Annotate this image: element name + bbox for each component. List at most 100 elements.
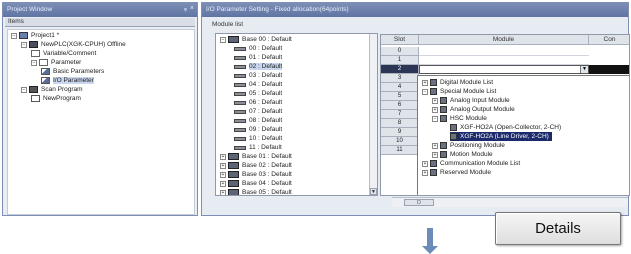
slot-item[interactable]: 08 : Default xyxy=(234,116,282,125)
module-list-item[interactable]: XGF-HO2A (Line Driver, 2-CH) xyxy=(450,132,552,141)
project-tree-item[interactable]: I/O Parameter xyxy=(41,76,94,85)
slot-number-cell[interactable]: 4 xyxy=(381,83,419,92)
module-list-item[interactable]: XGF-HO2A (Open-Collector, 2-CH) xyxy=(450,123,561,132)
base-item[interactable]: − Base 00 : Default xyxy=(220,35,292,44)
slot-icon xyxy=(234,73,246,78)
slot-item[interactable]: 03 : Default xyxy=(234,71,282,80)
slot-icon xyxy=(234,127,246,132)
collapse-icon[interactable]: − xyxy=(21,86,27,93)
slot-number-cell[interactable]: 8 xyxy=(381,119,419,128)
slot-item[interactable]: 10 : Default xyxy=(234,134,282,143)
project-tree-item[interactable]: NewProgram xyxy=(31,94,81,103)
slot-number-cell[interactable]: 7 xyxy=(381,110,419,119)
project-tree-item[interactable]: Basic Parameters xyxy=(41,67,104,76)
scan-icon xyxy=(29,86,38,93)
module-list-item[interactable]: + Communication Module List xyxy=(422,159,520,168)
slot-item[interactable]: 01 : Default xyxy=(234,53,282,62)
dropdown-arrow-icon[interactable]: ▼ xyxy=(580,66,588,73)
collapse-icon[interactable]: − xyxy=(422,88,428,95)
expand-icon[interactable]: + xyxy=(432,142,438,149)
base-item[interactable]: + Base 02 : Default xyxy=(220,161,292,170)
close-icon[interactable]: × xyxy=(190,5,194,12)
slot-number-cell[interactable]: 0 xyxy=(381,47,419,56)
project-tree-item[interactable]: − Scan Program xyxy=(21,85,83,94)
module-list-label: Positioning Module xyxy=(450,142,505,149)
module-list-label: XGF-HO2A (Open-Collector, 2-CH) xyxy=(460,124,562,131)
doc-icon xyxy=(39,59,48,66)
slot-number-cell[interactable]: 9 xyxy=(381,128,419,137)
bottom-button[interactable]: D xyxy=(404,199,434,206)
slot-number-cell[interactable]: 1 xyxy=(381,56,419,65)
slot-icon xyxy=(234,136,246,141)
slot-number-cell[interactable]: 11 xyxy=(381,146,419,155)
module-icon xyxy=(440,115,447,122)
base-tree-scrollbar[interactable]: ▼ xyxy=(369,34,377,195)
expand-icon[interactable]: + xyxy=(220,189,226,195)
module-list-label: XGF-HO2A (Line Driver, 2-CH) xyxy=(460,133,549,140)
project-tree-item[interactable]: Variable/Comment xyxy=(31,49,96,58)
module-combobox[interactable]: ▼ xyxy=(419,65,589,74)
expand-icon[interactable]: + xyxy=(432,97,438,104)
slot-item[interactable]: 09 : Default xyxy=(234,125,282,134)
base-icon xyxy=(228,153,239,160)
collapse-icon[interactable]: − xyxy=(31,59,37,66)
module-list-item[interactable]: + Reserved Module xyxy=(422,168,491,177)
slot-item[interactable]: 02 : Default xyxy=(234,62,283,71)
module-list-item[interactable]: + Analog Output Module xyxy=(432,105,515,114)
slot-item[interactable]: 04 : Default xyxy=(234,80,282,89)
project-tree-item[interactable]: − Project1 * xyxy=(11,31,59,40)
horizontal-scrollbar[interactable]: D xyxy=(392,197,628,207)
module-list-item[interactable]: + Motion Module xyxy=(432,150,493,159)
expand-icon[interactable]: + xyxy=(220,171,226,178)
expand-icon[interactable]: + xyxy=(432,151,438,158)
down-arrow-icon xyxy=(420,228,440,254)
slot-number-cell[interactable]: 5 xyxy=(381,92,419,101)
expand-icon[interactable]: + xyxy=(422,169,428,176)
base-tree-label: 02 : Default xyxy=(249,63,283,70)
project-icon xyxy=(19,32,28,39)
slot-item[interactable]: 06 : Default xyxy=(234,98,282,107)
collapse-icon[interactable]: − xyxy=(11,32,17,39)
expand-icon[interactable]: + xyxy=(220,180,226,187)
base-tree-label: Base 04 : Default xyxy=(242,180,292,187)
expand-icon[interactable]: + xyxy=(220,153,226,160)
module-cell[interactable] xyxy=(419,47,589,56)
project-tree-item[interactable]: − NewPLC(XGK-CPUH) Offline xyxy=(21,40,126,49)
module-list-item[interactable]: + Digital Module List xyxy=(422,78,493,87)
slot-icon xyxy=(234,64,246,69)
base-item[interactable]: + Base 04 : Default xyxy=(220,179,292,188)
slot-item[interactable]: 00 : Default xyxy=(234,44,282,53)
expand-icon[interactable]: + xyxy=(422,79,428,86)
slot-item[interactable]: 07 : Default xyxy=(234,107,282,116)
slot-number-cell[interactable]: 3 xyxy=(381,74,419,83)
base-tree-label: 01 : Default xyxy=(249,54,283,61)
base-item[interactable]: + Base 01 : Default xyxy=(220,152,292,161)
slot-item[interactable]: 05 : Default xyxy=(234,89,282,98)
module-cell[interactable] xyxy=(419,56,589,65)
project-window-title: Project Window xyxy=(3,3,197,17)
slot-item[interactable]: 11 : Default xyxy=(234,143,282,152)
module-list-item[interactable]: − Special Module List xyxy=(422,87,496,96)
slot-number-cell[interactable]: 2 xyxy=(381,65,419,74)
project-tree-item[interactable]: − Parameter xyxy=(31,58,81,67)
slot-number-cell[interactable]: 10 xyxy=(381,137,419,146)
module-dropdown-list[interactable]: + Digital Module List − Special Module List… xyxy=(417,75,629,195)
module-icon xyxy=(440,97,447,104)
collapse-icon[interactable]: − xyxy=(220,36,226,43)
expand-icon[interactable]: + xyxy=(220,162,226,169)
module-list-item[interactable]: − HSC Module xyxy=(432,114,487,123)
module-list-item[interactable]: + Positioning Module xyxy=(432,141,505,150)
details-button[interactable]: Details xyxy=(495,212,621,245)
collapse-icon[interactable]: − xyxy=(432,115,438,122)
scroll-down-icon[interactable]: ▼ xyxy=(370,188,377,195)
base-item[interactable]: + Base 05 : Default xyxy=(220,188,292,195)
base-item[interactable]: + Base 03 : Default xyxy=(220,170,292,179)
slot-number-cell[interactable]: 6 xyxy=(381,101,419,110)
module-list-item[interactable]: + Analog Input Module xyxy=(432,96,510,105)
pin-icon[interactable]: ᵩ xyxy=(184,5,187,12)
expand-icon[interactable]: + xyxy=(422,160,428,167)
collapse-icon[interactable]: − xyxy=(21,41,27,48)
base-tree-label: 08 : Default xyxy=(249,117,283,124)
expand-icon[interactable]: + xyxy=(432,106,438,113)
module-icon xyxy=(430,88,437,95)
